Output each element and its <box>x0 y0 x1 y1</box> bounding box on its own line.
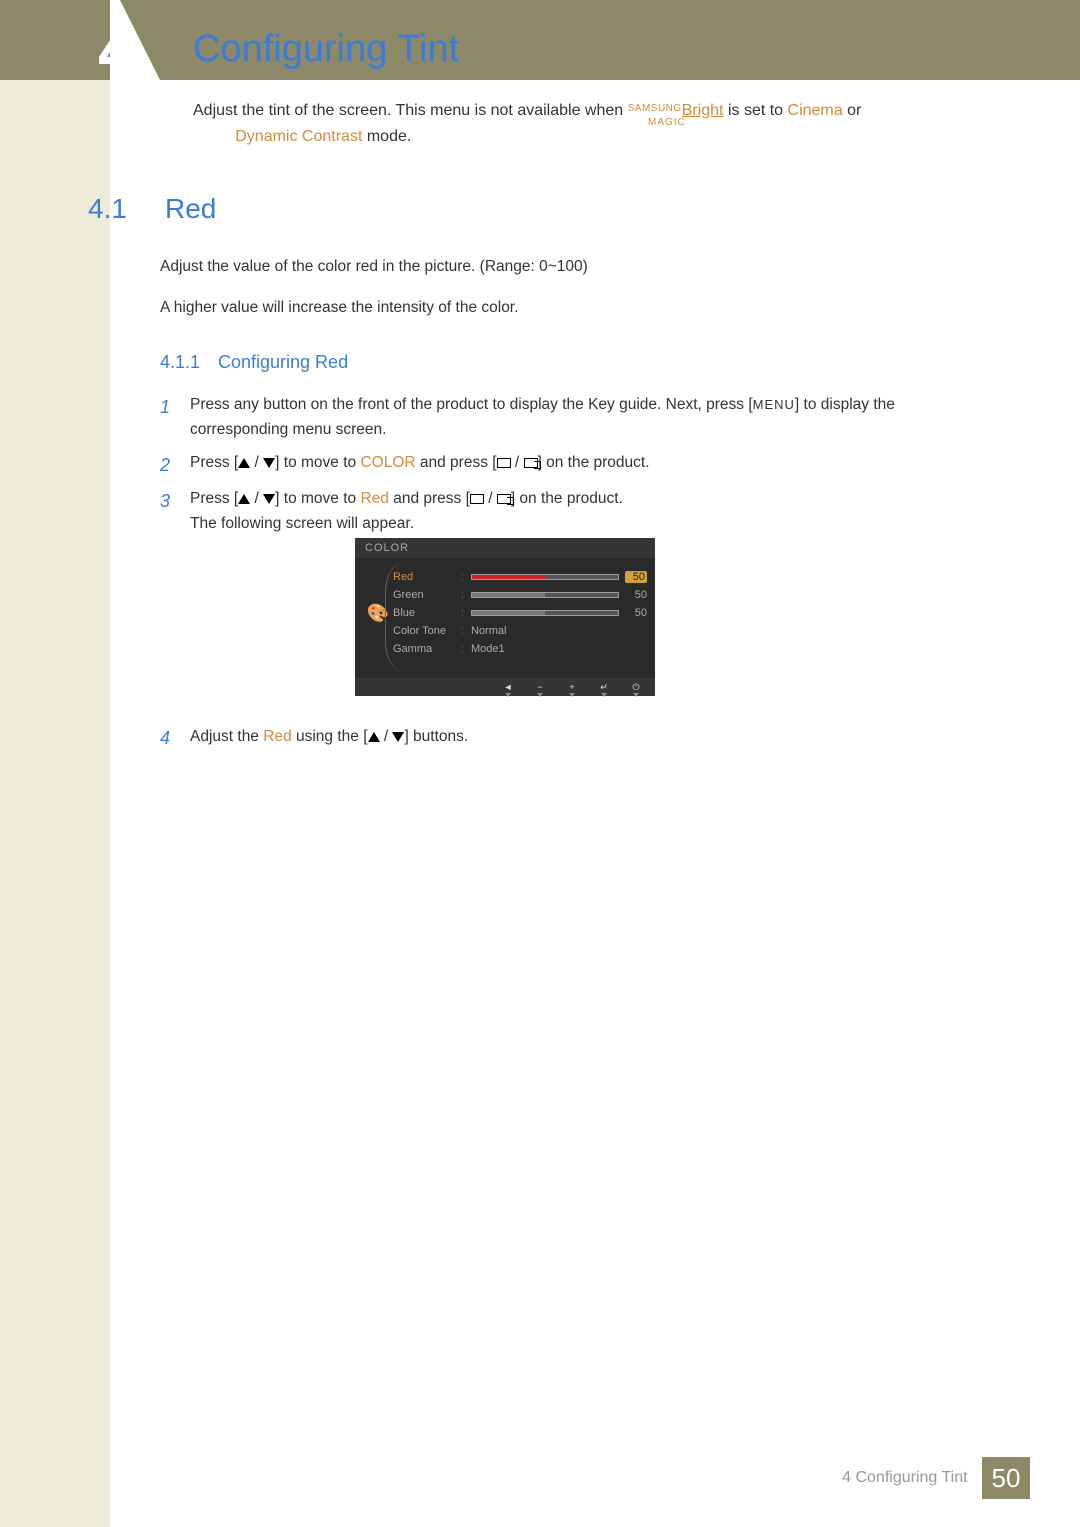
t: Press [ <box>190 454 238 471</box>
red-text: Red <box>263 728 291 745</box>
subsection-number: 4.1.1 <box>160 352 200 373</box>
body-text-1: Adjust the value of the color red in the… <box>160 255 920 280</box>
bright-text: Bright <box>682 102 724 119</box>
t: ] to move to <box>275 454 360 471</box>
t: Adjust the <box>190 728 263 745</box>
osd-footer-icon: − <box>533 682 547 692</box>
osd-footer: ◄ − + ↵ ⏻ <box>355 678 655 696</box>
up-icon <box>238 458 250 468</box>
footer-chapter: 4 Configuring Tint <box>842 1469 967 1486</box>
intro-text: Adjust the tint of the screen. This menu… <box>193 98 923 149</box>
osd-footer-icon: + <box>565 682 579 692</box>
osd-footer-icon: ◄ <box>501 682 515 692</box>
step-2: 2 Press [ / ] to move to COLOR and press… <box>160 451 920 480</box>
osd-slider <box>471 574 619 580</box>
step-body: Adjust the Red using the [ / ] buttons. <box>190 728 920 749</box>
step-body: Press [ / ] to move to COLOR and press [… <box>190 451 920 480</box>
osd-colon: : <box>461 625 471 637</box>
osd-row: Red:50 <box>393 568 647 586</box>
osd-slider <box>471 610 619 616</box>
menu-key: MENU <box>753 397 795 412</box>
osd-value: 50 <box>625 607 647 619</box>
top-banner <box>0 0 1080 80</box>
osd-slider <box>471 592 619 598</box>
left-strip <box>0 0 110 1527</box>
source-icon <box>497 458 511 468</box>
osd-value: Mode1 <box>471 643 647 655</box>
down-icon <box>263 494 275 504</box>
osd-curve <box>385 562 405 672</box>
t: ] on the product. <box>511 490 623 507</box>
red-text: Red <box>360 490 388 507</box>
color-text: COLOR <box>360 454 415 471</box>
t: Press any button on the front of the pro… <box>190 396 753 413</box>
osd-title: COLOR <box>355 538 655 558</box>
step-num: 2 <box>160 451 190 480</box>
osd-value: Normal <box>471 625 647 637</box>
osd-colon: : <box>461 607 471 619</box>
osd-row: Blue:50 <box>393 604 647 622</box>
source-icon <box>470 494 484 504</box>
section-title: Red <box>165 193 216 225</box>
page-title: Configuring Tint <box>193 28 459 71</box>
step-3: 3 Press [ / ] to move to Red and press [… <box>160 487 920 537</box>
enter-icon <box>497 494 511 504</box>
footer-page-number: 50 <box>982 1457 1030 1499</box>
samsung-sup: SAMSUNG <box>628 103 682 114</box>
osd-footer-icon: ↵ <box>597 682 611 692</box>
osd-menu: COLOR 🎨 Red:50Green:50Blue:50Color Tone:… <box>355 538 655 696</box>
osd-row: Color Tone:Normal <box>393 622 647 640</box>
down-icon <box>263 458 275 468</box>
osd-row: Green:50 <box>393 586 647 604</box>
t: using the [ <box>292 728 368 745</box>
intro-part3: or <box>843 102 862 119</box>
step-list: 1 Press any button on the front of the p… <box>160 393 920 545</box>
chapter-number: 4 <box>98 10 137 90</box>
t: Press [ <box>190 490 238 507</box>
cinema-text: Cinema <box>788 102 843 119</box>
step-1: 1 Press any button on the front of the p… <box>160 393 920 443</box>
dynamic-contrast-text: Dynamic Contrast <box>235 128 362 145</box>
up-icon <box>238 494 250 504</box>
osd-colon: : <box>461 571 471 583</box>
t: The following screen will appear. <box>190 515 414 532</box>
t: and press [ <box>389 490 470 507</box>
subsection-title: Configuring Red <box>218 352 348 373</box>
osd-colon: : <box>461 643 471 655</box>
osd-row: Gamma:Mode1 <box>393 640 647 658</box>
t: and press [ <box>416 454 497 471</box>
osd-colon: : <box>461 589 471 601</box>
body-text-2: A higher value will increase the intensi… <box>160 296 920 321</box>
t: ] on the product. <box>538 454 650 471</box>
step-4: 4 Adjust the Red using the [ / ] buttons… <box>160 728 920 749</box>
section-number: 4.1 <box>88 193 127 225</box>
step-num: 1 <box>160 393 190 443</box>
magic-sub: MAGIC <box>648 117 686 128</box>
intro-part2: is set to <box>728 102 788 119</box>
t: ] to move to <box>275 490 360 507</box>
up-icon <box>368 732 380 742</box>
step-num: 3 <box>160 487 190 537</box>
osd-items: Red:50Green:50Blue:50Color Tone:NormalGa… <box>393 568 647 658</box>
osd-footer-icon: ⏻ <box>629 682 643 692</box>
footer: 4 Configuring Tint 50 <box>110 1457 1030 1499</box>
osd-value: 50 <box>625 589 647 601</box>
step-body: Press [ / ] to move to Red and press [ /… <box>190 487 920 537</box>
intro-part4: mode. <box>362 128 411 145</box>
intro-part1: Adjust the tint of the screen. This menu… <box>193 102 628 119</box>
down-icon <box>392 732 404 742</box>
osd-value: 50 <box>625 571 647 583</box>
step-body: Press any button on the front of the pro… <box>190 393 920 443</box>
t: ] buttons. <box>404 728 468 745</box>
step-num: 4 <box>160 728 190 749</box>
enter-icon <box>524 458 538 468</box>
